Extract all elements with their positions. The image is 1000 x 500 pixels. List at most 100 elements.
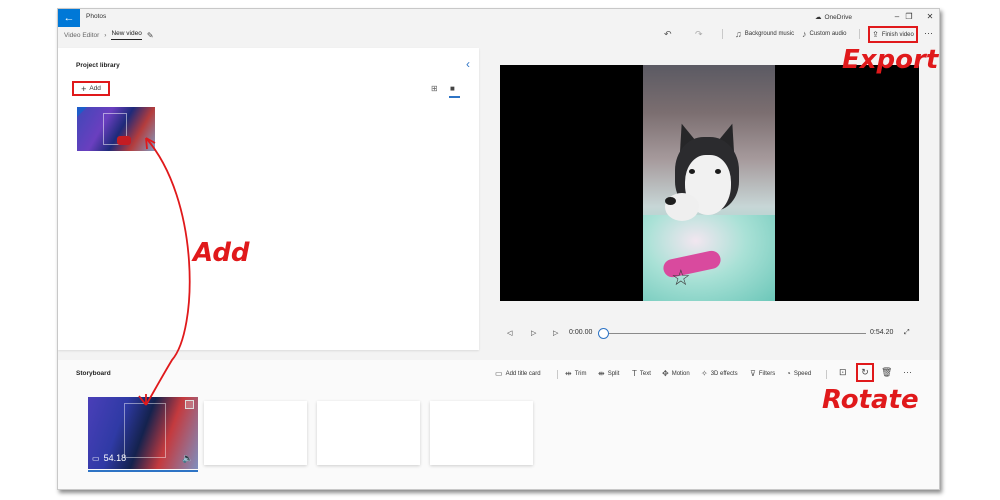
music-note-icon: ♫	[735, 29, 742, 39]
plus-icon: +	[81, 83, 87, 94]
motion-icon: ✥	[662, 369, 669, 378]
undo-button[interactable]: ↶	[664, 29, 672, 40]
skip-back-icon[interactable]: ◁	[507, 329, 512, 337]
minimize-button[interactable]: –	[891, 11, 903, 23]
screenshot-canvas: ← Photos ☁ OneDrive – ❐ ✕ Video Editor ›…	[0, 0, 1000, 500]
redo-icon: ↷	[695, 29, 703, 39]
maximize-button[interactable]: ❐	[903, 11, 915, 23]
app-title: Photos	[86, 13, 107, 20]
storyboard-divider	[826, 370, 827, 379]
speed-icon: ◔	[786, 369, 791, 378]
pencil-icon[interactable]: ✎	[147, 31, 154, 40]
active-view-indicator	[449, 96, 460, 98]
speed-button[interactable]: ◔ Speed	[786, 369, 811, 378]
text-label: Text	[639, 370, 651, 377]
text-button[interactable]: T Text	[632, 369, 651, 378]
project-library-title: Project library	[76, 62, 120, 69]
chevron-left-icon[interactable]: ‹	[466, 57, 470, 71]
trim-button[interactable]: ⇹ Trim	[565, 369, 586, 378]
rotate-button[interactable]: ↻	[856, 363, 874, 382]
export-annotation: Export	[842, 45, 939, 75]
more-options-button[interactable]: ···	[924, 28, 933, 38]
text-icon: T	[632, 369, 637, 378]
undo-icon: ↶	[664, 29, 672, 39]
finish-video-label: Finish video	[881, 31, 914, 38]
fullscreen-icon[interactable]: ⤢	[904, 329, 910, 337]
timeline-track[interactable]	[603, 333, 866, 334]
toolbar-divider	[859, 29, 860, 39]
motion-label: Motion	[671, 370, 690, 377]
toolbar-divider	[722, 29, 723, 39]
empty-storyboard-slot[interactable]	[204, 401, 307, 465]
add-title-card-button[interactable]: ▭ Add title card	[495, 369, 541, 378]
rotate-icon: ↻	[861, 367, 869, 377]
more-options-button[interactable]: ···	[903, 367, 912, 377]
storyboard-divider	[557, 370, 558, 379]
3d-effects-button[interactable]: ✧ 3D effects	[701, 369, 738, 378]
library-video-thumbnail[interactable]	[77, 107, 155, 151]
clip-selected-indicator	[88, 470, 198, 472]
clip-duration: ▭ 54.18	[92, 453, 126, 463]
finish-video-button[interactable]: ⇪ Finish video	[868, 26, 918, 43]
video-clip-icon: ▭	[92, 453, 100, 463]
husky-dog	[663, 120, 755, 233]
trim-label: Trim	[574, 370, 587, 377]
split-button[interactable]: ⇼ Split	[598, 369, 619, 378]
filters-label: Filters	[758, 370, 776, 377]
speed-label: Speed	[793, 370, 812, 377]
add-label: Add	[89, 85, 101, 92]
add-button[interactable]: + Add	[72, 81, 110, 96]
back-button[interactable]: ←	[58, 9, 80, 27]
filters-icon: ⊽	[750, 369, 756, 378]
split-label: Split	[607, 370, 620, 377]
skip-forward-icon[interactable]: ▷	[553, 329, 558, 337]
rotate-annotation: Rotate	[822, 385, 919, 415]
trash-icon[interactable]: 🗑	[881, 367, 892, 378]
thumbnail-detail	[117, 136, 131, 145]
custom-audio-button[interactable]: ♪ Custom audio	[802, 29, 847, 39]
large-tiles-icon[interactable]: ■	[450, 84, 455, 93]
photos-app-window: ← Photos ☁ OneDrive – ❐ ✕ Video Editor ›…	[57, 8, 940, 490]
add-annotation: Add	[193, 238, 250, 268]
star-icon: ☆	[671, 265, 691, 290]
play-icon[interactable]: ▷	[531, 329, 536, 337]
title-bar: ← Photos ☁ OneDrive – ❐ ✕	[58, 9, 939, 27]
crop-icon[interactable]: ⊡	[839, 367, 847, 378]
breadcrumb-video-editor[interactable]: Video Editor	[64, 32, 99, 39]
3d-effects-icon: ✧	[701, 369, 708, 378]
trim-icon: ⇹	[565, 369, 572, 378]
filters-button[interactable]: ⊽ Filters	[750, 369, 775, 378]
background-music-label: Background music	[744, 31, 795, 37]
timeline-scrubber[interactable]	[597, 328, 609, 339]
redo-button[interactable]: ↷	[695, 29, 703, 40]
chevron-right-icon: ›	[104, 31, 107, 39]
cloud-icon: ☁	[815, 14, 822, 21]
empty-storyboard-slot[interactable]	[317, 401, 420, 465]
total-time: 0:54.20	[870, 329, 894, 336]
onedrive-status[interactable]: ☁ OneDrive	[815, 13, 852, 22]
custom-audio-label: Custom audio	[809, 31, 847, 37]
add-title-card-label: Add title card	[505, 370, 541, 377]
empty-storyboard-slot[interactable]	[430, 401, 533, 465]
clip-select-checkbox[interactable]	[185, 400, 194, 409]
audio-file-icon: ♪	[802, 29, 807, 39]
current-time: 0:00.00	[569, 329, 593, 336]
background-music-button[interactable]: ♫ Background music	[735, 29, 794, 39]
motion-button[interactable]: ✥ Motion	[662, 369, 690, 378]
clip-duration-value: 54.18	[103, 453, 127, 463]
project-library-panel: Project library ‹ + Add ⊞ ■	[58, 48, 479, 350]
dog-eye	[689, 169, 695, 174]
close-button[interactable]: ✕	[924, 11, 936, 23]
dog-eye	[715, 169, 721, 174]
share-export-icon: ⇪	[872, 30, 879, 39]
split-icon: ⇼	[598, 369, 605, 378]
added-corner-marker	[77, 107, 87, 117]
storyboard-panel: Storyboard ▭ Add title card ⇹ Trim ⇼ Spl…	[58, 360, 939, 489]
volume-icon[interactable]: 🔈	[182, 453, 193, 464]
grid-view-icon[interactable]: ⊞	[431, 84, 438, 93]
storyboard-clip[interactable]: ▭ 54.18 🔈	[88, 397, 198, 469]
clip-frame	[124, 403, 166, 458]
onedrive-label: OneDrive	[824, 13, 852, 21]
breadcrumb: Video Editor › New video ✎	[64, 30, 154, 40]
video-preview[interactable]: ☆	[500, 65, 919, 301]
